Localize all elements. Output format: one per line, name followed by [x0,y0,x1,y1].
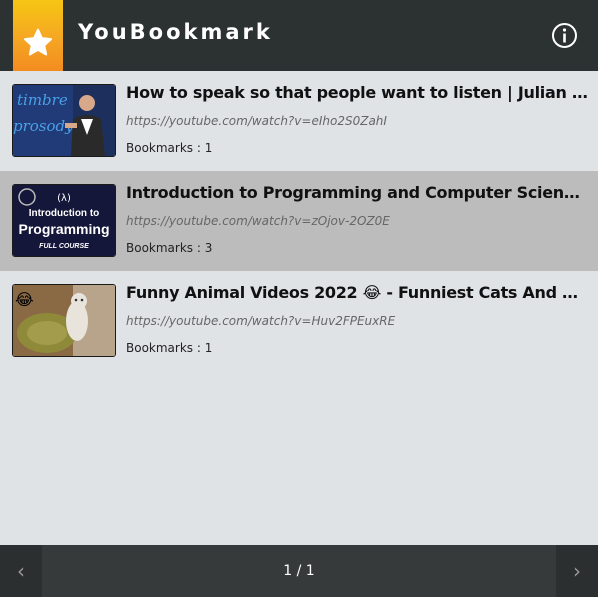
star-icon [23,28,53,56]
next-page-button[interactable]: › [556,545,598,597]
video-url: https://youtube.com/watch?v=eIho2S0ZahI [126,114,387,128]
bookmark-count: Bookmarks : 1 [126,141,213,155]
thumb-line-full-course: FULL COURSE [39,243,89,250]
bookmark-count: Bookmarks : 3 [126,241,213,255]
pagination-bar: ‹ 1 / 1 › [0,545,598,597]
app-header: YouBookmark [0,0,598,88]
chevron-right-icon: › [573,559,581,583]
info-button[interactable] [551,22,578,49]
thumb-laughing-emoji: 😂 [15,290,34,309]
thumb-line-programming: Programming [18,221,109,237]
video-row[interactable]: (λ) Introduction to Programming FULL COU… [0,171,598,271]
video-thumbnail[interactable]: 😂 [12,284,116,357]
thumb-line-intro: Introduction to [29,208,100,219]
video-url: https://youtube.com/watch?v=zOjov-2OZ0E [126,214,390,228]
video-row[interactable]: timbre prosody How to speak so that peop… [0,71,598,171]
thumb-lambda: (λ) [57,193,71,204]
thumb-word-prosody: prosody [13,117,74,135]
video-url: https://youtube.com/watch?v=Huv2FPEuxRE [126,314,396,328]
app-title: YouBookmark [78,20,273,44]
bookmark-count: Bookmarks : 1 [126,341,213,355]
page-indicator: 1 / 1 [283,563,315,579]
video-thumbnail[interactable]: (λ) Introduction to Programming FULL COU… [12,184,116,257]
video-list: timbre prosody How to speak so that peop… [0,71,598,371]
video-title[interactable]: How to speak so that people want to list… [126,83,588,102]
video-row[interactable]: 😂 Funny Animal Videos 2022 😂 - Funniest … [0,271,598,371]
video-title[interactable]: Funny Animal Videos 2022 😂 - Funniest Ca… [126,283,588,302]
thumb-word-timbre: timbre [17,91,68,109]
video-title[interactable]: Introduction to Programming and Computer… [126,183,588,202]
info-icon [552,23,577,48]
video-thumbnail[interactable]: timbre prosody [12,84,116,157]
